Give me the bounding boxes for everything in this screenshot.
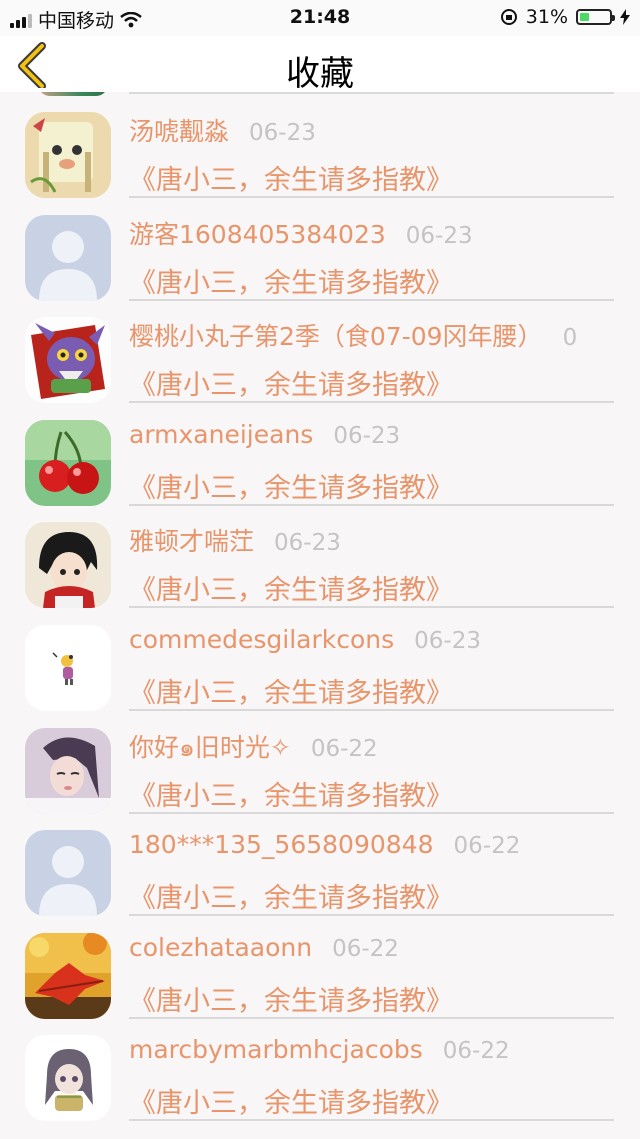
user-name-text: 汤唬觏淼: [129, 117, 230, 146]
avatar[interactable]: [25, 317, 111, 404]
avatar[interactable]: [25, 112, 111, 198]
list-item[interactable]: 汤唬觏淼 06-23 《唐小三，余生请多指教》: [0, 92, 640, 198]
book-title-link[interactable]: 《唐小三，余生请多指教》: [129, 774, 453, 813]
user-name[interactable]: 樱桃小丸子第2季（食07-09冈年腰） 0: [129, 317, 577, 353]
user-name-text: 樱桃小丸子第2季（食07-09冈年腰）: [129, 322, 543, 352]
list-item[interactable]: 你好๑旧时光✧ 06-22 《唐小三，余生请多指教》: [0, 708, 640, 814]
user-name[interactable]: 你好๑旧时光✧ 06-22: [129, 728, 378, 768]
date-label: 06-22: [453, 833, 521, 860]
battery-icon: [576, 9, 615, 25]
list-item[interactable]: colezhataaonn 06-22 《唐小三，余生请多指教》: [0, 913, 640, 1019]
avatar[interactable]: [25, 727, 111, 814]
book-title-link[interactable]: 《唐小三，余生请多指教》: [129, 671, 453, 710]
battery-level: [580, 13, 589, 21]
user-name-text: 180***135_5658090848: [129, 830, 434, 860]
date-label: 06-23: [405, 222, 473, 249]
user-name[interactable]: 游客1608405384023 06-23: [129, 215, 473, 251]
user-name-text: 你好๑旧时光✧: [129, 732, 291, 762]
avatar[interactable]: [25, 214, 111, 301]
user-name[interactable]: 汤唬觏淼 06-23: [129, 112, 316, 148]
charging-icon: [620, 9, 630, 25]
avatar[interactable]: [25, 932, 111, 1019]
book-title-link[interactable]: 《唐小三，余生请多指教》: [129, 568, 453, 607]
date-label: 06-23: [414, 628, 481, 654]
battery-percent: 31%: [525, 6, 568, 28]
user-name-text: commedesgilarkcons: [129, 625, 395, 654]
list-item[interactable]: 180***135_5658090848 06-22 《唐小三，余生请多指教》: [0, 810, 640, 917]
user-name-text: marcbymarbmhcjacobs: [129, 1035, 423, 1065]
user-name[interactable]: armxaneijeans 06-23: [129, 420, 400, 449]
user-name-text: 雅顿才喘茳: [129, 527, 255, 557]
date-label: 0: [562, 325, 578, 352]
avatar[interactable]: [25, 419, 111, 506]
date-label: 06-23: [249, 120, 316, 146]
user-name[interactable]: colezhataaonn 06-22: [129, 933, 399, 962]
date-label: 06-23: [333, 422, 401, 449]
book-title-link[interactable]: 《唐小三，余生请多指教》: [129, 363, 453, 402]
book-title-link[interactable]: 《唐小三，余生请多指教》: [129, 1081, 453, 1120]
status-right: 31%: [500, 6, 630, 28]
user-name-text: colezhataaonn: [129, 932, 313, 962]
avatar[interactable]: [25, 1035, 111, 1122]
avatar[interactable]: [25, 625, 111, 711]
list-item[interactable]: 雅顿才喘茳 06-23 《唐小三，余生请多指教》: [0, 502, 640, 609]
list-item[interactable]: 游客1608405384023 06-23 《唐小三，余生请多指教》: [0, 195, 640, 301]
book-title-link[interactable]: 《唐小三，余生请多指教》: [129, 466, 453, 505]
list-item[interactable]: commedesgilarkcons 06-23 《唐小三，余生请多指教》: [0, 605, 640, 711]
book-title-link[interactable]: 《唐小三，余生请多指教》: [129, 876, 453, 915]
favorites-list[interactable]: 汤唬觏淼 06-23 《唐小三，余生请多指教》 游客1608405384023 06-2…: [0, 92, 640, 1139]
page-title: 收藏: [286, 54, 354, 94]
user-name[interactable]: marcbymarbmhcjacobs 06-22: [129, 1035, 510, 1064]
nav-bar: 收藏: [0, 36, 640, 94]
orientation-lock-icon: [500, 9, 517, 25]
status-bar: 中国移动 21:48 31%: [0, 0, 640, 36]
user-name[interactable]: commedesgilarkcons 06-23: [129, 625, 481, 654]
date-label: 06-22: [332, 935, 399, 962]
user-name-text: 游客1608405384023: [129, 219, 386, 249]
list-item[interactable]: armxaneijeans 06-23 《唐小三，余生请多指教》: [0, 400, 640, 506]
date-label: 06-23: [274, 530, 341, 557]
book-title-link[interactable]: 《唐小三，余生请多指教》: [129, 979, 453, 1018]
book-title-link[interactable]: 《唐小三，余生请多指教》: [129, 261, 453, 300]
avatar[interactable]: [25, 830, 111, 917]
user-name-text: armxaneijeans: [129, 419, 314, 449]
date-label: 06-22: [442, 1038, 510, 1065]
book-title-link[interactable]: 《唐小三，余生请多指教》: [129, 158, 453, 197]
divider: [129, 1119, 614, 1122]
user-name[interactable]: 雅顿才喘茳 06-23: [129, 522, 341, 558]
user-name[interactable]: 180***135_5658090848 06-22: [129, 830, 520, 859]
list-item[interactable]: 樱桃小丸子第2季（食07-09冈年腰） 0 《唐小三，余生请多指教》: [0, 297, 640, 404]
avatar[interactable]: [25, 522, 111, 609]
date-label: 06-22: [310, 735, 378, 762]
list-item[interactable]: marcbymarbmhcjacobs 06-22 《唐小三，余生请多指教》: [0, 1015, 640, 1122]
